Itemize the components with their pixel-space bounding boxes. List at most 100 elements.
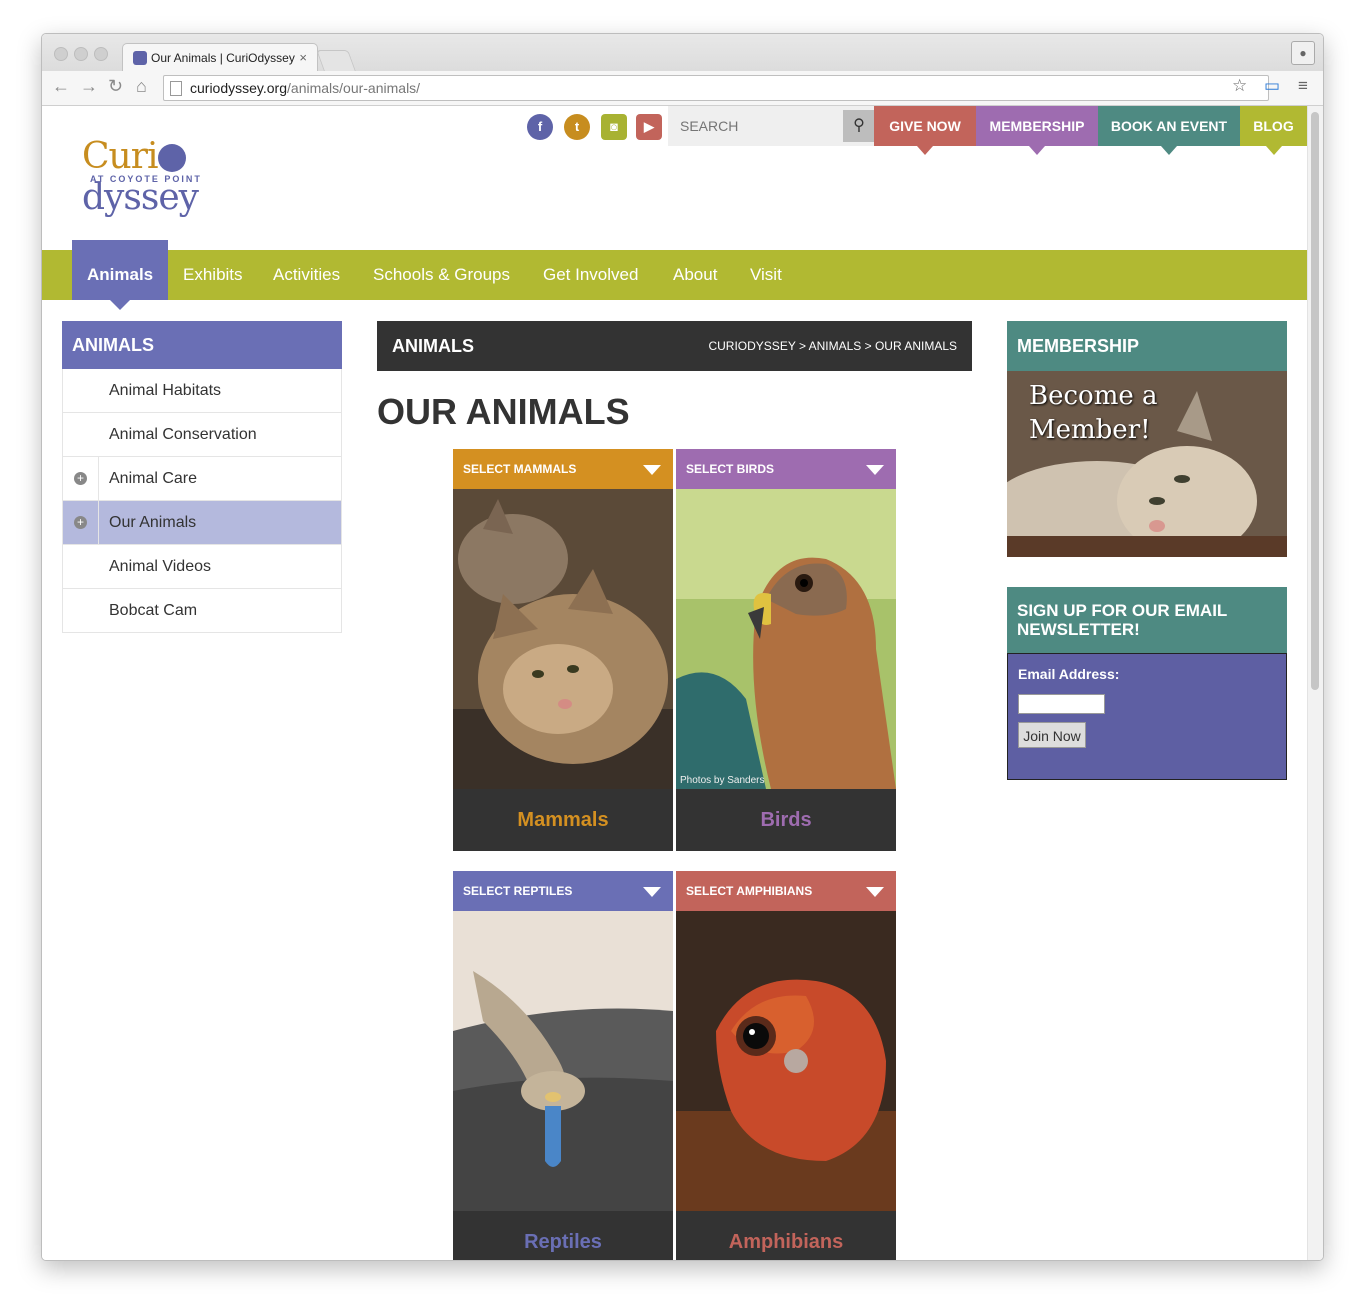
banner-line1: Become a: [1029, 381, 1158, 411]
card-mammals[interactable]: SELECT MAMMALS Mammals: [453, 449, 673, 851]
button-notch: [1265, 146, 1282, 155]
sidebar: ANIMALS Animal Habitats Animal Conservati…: [62, 321, 342, 633]
new-tab-button[interactable]: [316, 50, 356, 71]
web-page: Curidyssey AT COYOTE POINT ft ◙ ▶ ⚲ GIVE N…: [42, 106, 1307, 1260]
sidebar-item-animal-videos[interactable]: Animal Videos: [62, 545, 342, 589]
select-reptiles-label: SELECT REPTILES: [463, 884, 573, 898]
youtube-icon[interactable]: ▶: [636, 114, 662, 140]
window-controls[interactable]: [54, 47, 114, 66]
browser-window: Our Animals | CuriOdyssey × ● ← → ↻ ⌂ cu…: [41, 33, 1324, 1261]
search-input[interactable]: [668, 106, 838, 146]
nav-item-label: Get Involved: [543, 265, 639, 284]
sidebar-list: Animal Habitats Animal Conservation + Anima…: [62, 369, 342, 633]
menu-icon[interactable]: ≡: [1298, 76, 1308, 96]
sidebar-item-label: Animal Videos: [109, 558, 211, 575]
blog-button[interactable]: BLOG: [1240, 106, 1307, 155]
nav-item-label: Exhibits: [183, 265, 243, 284]
sidebar-item-animal-habitats[interactable]: Animal Habitats: [62, 369, 342, 413]
sidebar-item-label: Our Animals: [109, 514, 197, 531]
expand-plus-icon[interactable]: +: [63, 501, 99, 544]
card-birds[interactable]: SELECT BIRDS Photos by Sanders Birds: [676, 449, 896, 851]
nav-item-get-involved[interactable]: Get Involved: [543, 250, 638, 300]
forward-icon[interactable]: →: [80, 76, 98, 97]
site-logo[interactable]: Curidyssey AT COYOTE POINT: [82, 136, 292, 218]
frog-photo[interactable]: [676, 911, 896, 1211]
nav-item-exhibits[interactable]: Exhibits: [183, 250, 243, 300]
minimize-light[interactable]: [74, 47, 88, 61]
main-content: ANIMALS CURIODYSSEY > ANIMALS > OUR ANIM…: [377, 321, 972, 1260]
breadcrumb[interactable]: CURIODYSSEY > ANIMALS > OUR ANIMALS: [708, 321, 957, 371]
mammals-label[interactable]: Mammals: [453, 789, 673, 851]
browser-toolbar: ← → ↻ ⌂ curiodyssey.org/animals/our-anim…: [42, 71, 1323, 106]
button-notch: [917, 146, 933, 155]
sidebar-item-animal-care[interactable]: + Animal Care: [62, 457, 342, 501]
email-field[interactable]: [1018, 694, 1105, 714]
select-birds-dropdown[interactable]: SELECT BIRDS: [676, 449, 896, 489]
amphibians-label[interactable]: Amphibians: [676, 1211, 896, 1260]
book-an-event-button[interactable]: BOOK AN EVENT: [1098, 106, 1240, 155]
zoom-light[interactable]: [94, 47, 108, 61]
hawk-photo[interactable]: [676, 489, 896, 789]
tab-bar: Our Animals | CuriOdyssey × ●: [42, 34, 1323, 72]
nav-item-animals[interactable]: Animals: [72, 240, 169, 310]
select-mammals-dropdown[interactable]: SELECT MAMMALS: [453, 449, 673, 489]
nav-item-visit[interactable]: Visit: [750, 250, 782, 300]
select-amphibians-dropdown[interactable]: SELECT AMPHIBIANS: [676, 871, 896, 911]
twitter-icon[interactable]: t: [564, 114, 590, 140]
membership-banner[interactable]: Become a Member!: [1007, 371, 1287, 557]
facebook-icon[interactable]: f: [527, 114, 553, 140]
nav-item-label: Activities: [273, 265, 341, 284]
close-light[interactable]: [54, 47, 68, 61]
url-text: curiodyssey.org/animals/our-animals/: [190, 76, 420, 100]
birds-label[interactable]: Birds: [676, 789, 896, 851]
card-reptiles[interactable]: SELECT REPTILES Reptiles: [453, 871, 673, 1260]
skink-photo[interactable]: [453, 911, 673, 1211]
membership-heading[interactable]: MEMBERSHIP REGISTRATION: [1007, 321, 1287, 406]
email-label: Email Address:: [1018, 666, 1120, 682]
url-host: curiodyssey.org: [190, 80, 288, 96]
card-amphibians[interactable]: SELECT AMPHIBIANS Amphibians: [676, 871, 896, 1260]
bookmark-star-icon[interactable]: ☆: [1232, 76, 1247, 96]
profile-icon[interactable]: ●: [1291, 41, 1315, 65]
nav-item-activities[interactable]: Activities: [273, 250, 340, 300]
scrollbar-thumb[interactable]: [1311, 112, 1319, 690]
bobcat-photo[interactable]: [453, 489, 673, 789]
top-button-label: BLOG: [1253, 118, 1294, 134]
tab-close-icon[interactable]: ×: [299, 50, 307, 65]
logo-owl-icon: [158, 144, 187, 172]
section-header-bar: ANIMALS CURIODYSSEY > ANIMALS > OUR ANIM…: [377, 321, 972, 371]
browser-tab[interactable]: Our Animals | CuriOdyssey ×: [122, 43, 318, 72]
page-scrollbar[interactable]: [1307, 106, 1323, 1260]
search-icon[interactable]: ⚲: [843, 110, 875, 142]
top-button-label: GIVE NOW: [889, 118, 961, 134]
cast-icon[interactable]: ▭: [1264, 76, 1280, 96]
sidebar-heading: ANIMALS: [62, 321, 342, 369]
button-notch: [1161, 146, 1177, 155]
page-title: OUR ANIMALS: [377, 391, 630, 432]
give-now-button[interactable]: GIVE NOW: [874, 106, 976, 155]
reload-icon[interactable]: ↻: [108, 76, 123, 97]
nav-item-schools-groups[interactable]: Schools & Groups: [373, 250, 510, 300]
logo-text-curi: Curi: [82, 136, 158, 177]
membership-button[interactable]: MEMBERSHIP: [976, 106, 1098, 155]
expand-plus-icon[interactable]: +: [63, 457, 99, 500]
page-icon: [170, 81, 182, 96]
nav-item-label: Schools & Groups: [373, 265, 511, 284]
top-button-label: BOOK AN EVENT: [1110, 118, 1228, 134]
favicon-icon: [133, 51, 147, 65]
banner-line2: Member!: [1029, 415, 1151, 445]
sidebar-item-label: Animal Care: [109, 470, 198, 487]
sidebar-item-label: Animal Habitats: [109, 382, 222, 399]
reptiles-label[interactable]: Reptiles: [453, 1211, 673, 1260]
sidebar-item-our-animals[interactable]: + Our Animals: [62, 501, 342, 545]
join-now-button[interactable]: Join Now: [1018, 722, 1086, 748]
sidebar-item-bobcat-cam[interactable]: Bobcat Cam: [62, 589, 342, 633]
sidebar-item-animal-conservation[interactable]: Animal Conservation: [62, 413, 342, 457]
instagram-icon[interactable]: ◙: [601, 114, 627, 140]
select-reptiles-dropdown[interactable]: SELECT REPTILES: [453, 871, 673, 911]
home-icon[interactable]: ⌂: [136, 76, 147, 97]
nav-item-about[interactable]: About: [673, 250, 717, 300]
section-heading: ANIMALS: [392, 336, 474, 356]
back-icon[interactable]: ←: [52, 76, 70, 97]
address-bar[interactable]: curiodyssey.org/animals/our-animals/: [163, 75, 1269, 101]
